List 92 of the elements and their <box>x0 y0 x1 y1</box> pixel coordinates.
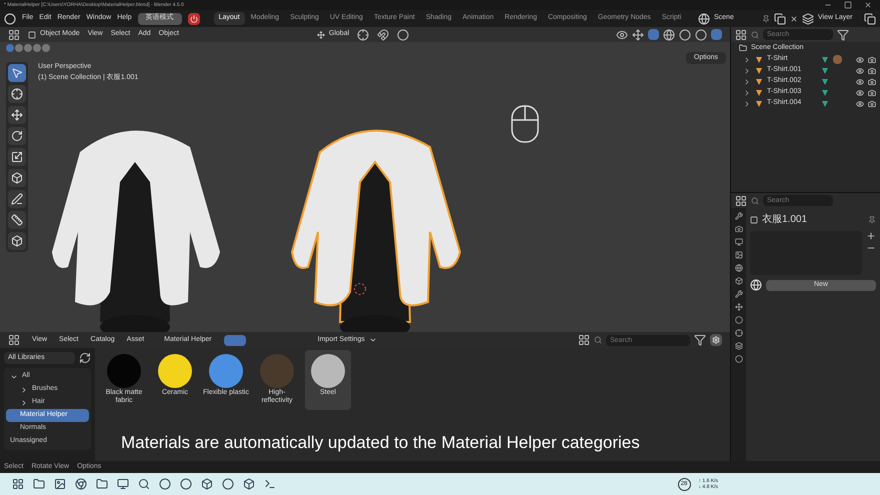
search-icon <box>594 336 602 344</box>
search-icon <box>751 30 759 38</box>
taskbar-app-icon[interactable] <box>264 478 276 490</box>
taskbar-app-icon[interactable] <box>201 478 213 490</box>
library-toggle-button[interactable] <box>224 334 246 346</box>
taskbar-app-icon[interactable] <box>54 478 66 490</box>
pivot-icon[interactable] <box>357 28 370 40</box>
render-icon[interactable] <box>868 100 876 108</box>
taskbar-app-icon[interactable] <box>117 478 129 490</box>
render-icon[interactable] <box>868 66 876 74</box>
taskbar-app-icon[interactable] <box>222 478 234 490</box>
add-cube-tool-icon <box>11 235 23 247</box>
3d-cursor-icon <box>353 282 367 296</box>
render-icon[interactable] <box>868 88 876 96</box>
settings-button[interactable] <box>710 334 722 346</box>
tool-button[interactable] <box>8 232 26 250</box>
visibility-icon[interactable] <box>856 88 864 96</box>
mouse-icon <box>510 104 540 144</box>
editor-type-icon[interactable] <box>735 194 747 206</box>
properties-tab-icon[interactable] <box>734 251 742 259</box>
taskbar-app-icon[interactable] <box>96 478 108 490</box>
render-icon[interactable] <box>868 56 876 64</box>
chevron-down-icon <box>368 336 377 344</box>
render-icon[interactable] <box>868 78 876 86</box>
refresh-icon[interactable] <box>79 352 91 364</box>
collection-icon <box>739 44 747 52</box>
tool-button[interactable] <box>8 106 26 124</box>
visibility-icon[interactable] <box>616 28 628 40</box>
visibility-icon[interactable] <box>856 78 864 86</box>
properties-tab-icon[interactable] <box>734 355 742 363</box>
snap-icon[interactable] <box>377 28 390 40</box>
cursor-tool-icon <box>11 88 23 100</box>
measure-tool-icon <box>11 214 23 226</box>
tool-button[interactable] <box>8 169 26 187</box>
display-mode-icon[interactable] <box>735 28 747 40</box>
taskbar-app-icon[interactable] <box>12 478 24 490</box>
axes-icon <box>316 30 325 38</box>
gizmo-icon[interactable] <box>632 28 644 40</box>
tool-button[interactable] <box>8 64 26 82</box>
settings-icon <box>712 336 720 344</box>
object-icon <box>750 216 758 224</box>
taskbar-app-icon[interactable] <box>159 478 171 490</box>
taskbar-app-icon[interactable] <box>243 478 255 490</box>
tool-button[interactable] <box>8 190 26 208</box>
taskbar-app-icon[interactable] <box>138 478 150 490</box>
taskbar-app-icon[interactable] <box>33 478 45 490</box>
rendered-button[interactable] <box>711 29 722 40</box>
editor-type-icon[interactable] <box>8 334 20 346</box>
properties-tab-icon[interactable] <box>734 290 742 298</box>
taskbar-app-icon[interactable] <box>180 478 192 490</box>
tool-button[interactable] <box>8 148 26 166</box>
power-icon <box>190 14 198 22</box>
annotate-tool-icon <box>11 193 23 205</box>
object-icon <box>28 30 36 38</box>
properties-tab-icon[interactable] <box>734 277 742 285</box>
taskbar-app-icon[interactable] <box>75 478 87 490</box>
object-name: 衣服1.001 <box>762 212 808 227</box>
editor-type-icon[interactable] <box>8 28 20 40</box>
layers-icon[interactable] <box>802 12 814 24</box>
properties-tab-icon[interactable] <box>734 238 742 246</box>
properties-tab-icon[interactable] <box>734 329 742 337</box>
scale-tool-icon <box>11 151 23 163</box>
move-tool-icon <box>11 109 23 121</box>
video-caption: Materials are automatically updated to the Material Helper categories <box>120 432 641 454</box>
power-button[interactable] <box>188 12 200 24</box>
copy-icon[interactable] <box>864 12 876 24</box>
properties-tab-icon[interactable] <box>734 225 742 233</box>
close-icon[interactable] <box>790 14 798 22</box>
pin-icon[interactable] <box>762 14 770 22</box>
visibility-icon[interactable] <box>856 100 864 108</box>
visibility-icon[interactable] <box>856 56 864 64</box>
rotate-tool-icon <box>11 130 23 142</box>
tool-button[interactable] <box>8 127 26 145</box>
search-icon <box>751 196 759 204</box>
visibility-icon[interactable] <box>856 66 864 74</box>
copy-icon[interactable] <box>774 12 786 24</box>
properties-tab-icon[interactable] <box>734 316 742 324</box>
pin-icon[interactable] <box>868 216 876 224</box>
overlay-button[interactable] <box>648 29 659 40</box>
properties-tab-icon[interactable] <box>734 303 742 311</box>
select-tool-icon <box>11 67 23 79</box>
properties-tab-icon[interactable] <box>734 264 742 272</box>
filter-icon[interactable] <box>694 334 706 346</box>
display-mode-icon[interactable] <box>578 334 590 346</box>
maximize-icon[interactable] <box>844 1 852 9</box>
close-icon[interactable] <box>864 1 872 9</box>
tool-button[interactable] <box>8 211 26 229</box>
properties-tab-icon[interactable] <box>734 342 742 350</box>
properties-tab-icon[interactable] <box>734 212 742 220</box>
tool-button[interactable] <box>8 85 26 103</box>
filter-icon[interactable] <box>837 28 849 40</box>
add-icon[interactable] <box>866 231 876 241</box>
